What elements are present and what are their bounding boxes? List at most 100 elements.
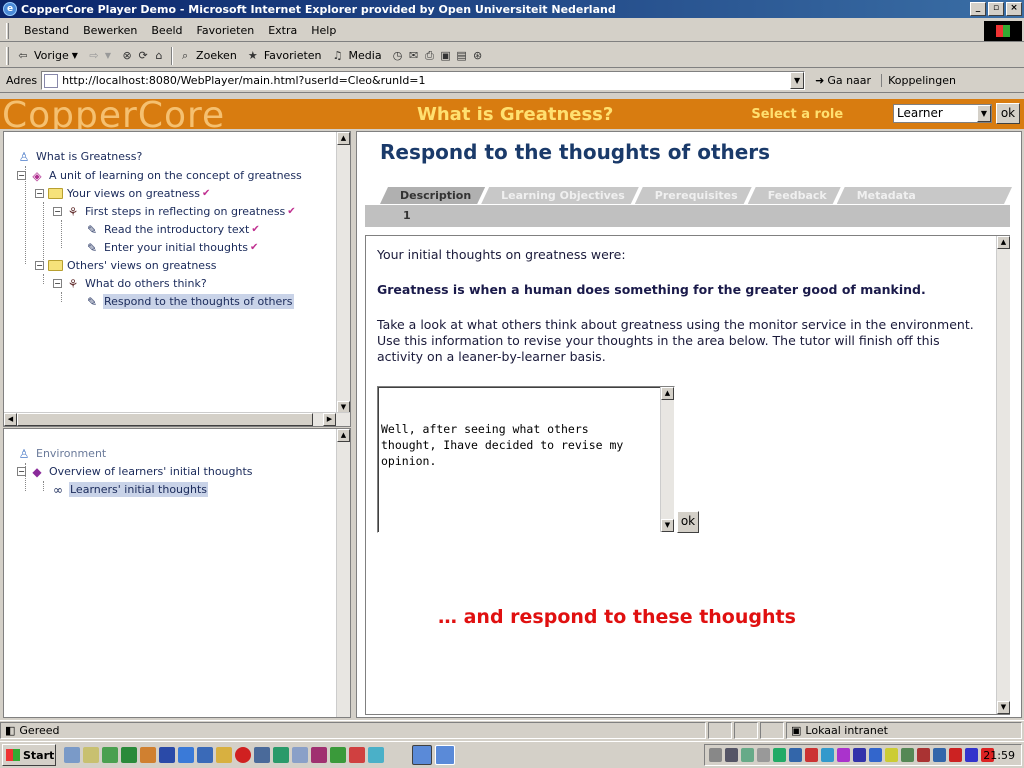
minimize-button[interactable]: _	[970, 2, 986, 16]
volume-icon[interactable]	[757, 748, 770, 762]
scroll-left-icon[interactable]: ◀	[4, 413, 17, 426]
role-select[interactable]: Learner ▼	[893, 104, 992, 123]
submit-ok-button[interactable]: ok	[677, 511, 699, 533]
stop-icon[interactable]: ⊗	[119, 48, 135, 64]
tool2-icon[interactable]	[368, 747, 384, 763]
env-node-root[interactable]: ♙ Environment	[16, 446, 107, 461]
stop-icon[interactable]	[235, 747, 251, 763]
tray-app-icon[interactable]	[821, 748, 834, 762]
role-ok-button[interactable]: ok	[996, 103, 1020, 124]
desktop-icon[interactable]	[64, 747, 80, 763]
scroll-up-icon[interactable]: ▲	[337, 132, 350, 145]
excel-icon[interactable]	[121, 747, 137, 763]
word-icon[interactable]	[159, 747, 175, 763]
tree-node-others-views[interactable]: − Others' views on greatness	[35, 258, 218, 273]
scroll-up-icon[interactable]: ▲	[997, 236, 1010, 249]
tree-node-what-others[interactable]: − ⚘ What do others think?	[53, 276, 208, 291]
tab-learning-objectives[interactable]: Learning Objectives	[481, 187, 639, 204]
revise-thoughts-textarea[interactable]: Well, after seeing what others thought, …	[377, 386, 675, 533]
tree-horizontal-scrollbar[interactable]: ◀ ▶	[4, 412, 350, 426]
menu-extra[interactable]: Extra	[261, 24, 304, 37]
tray-app-icon[interactable]	[885, 748, 898, 762]
mail-icon[interactable]: ✉	[406, 48, 422, 64]
tree-node-unit[interactable]: − ◈ A unit of learning on the concept of…	[17, 168, 303, 183]
home-icon[interactable]: ⌂	[151, 48, 167, 64]
tree-node-first-steps[interactable]: − ⚘ First steps in reflecting on greatne…	[53, 204, 296, 219]
edit-icon[interactable]: ▣	[438, 48, 454, 64]
forward-button[interactable]: ⇨ ▼	[86, 48, 111, 64]
tree-node-your-views[interactable]: − Your views on greatness ✔	[35, 186, 210, 201]
menu-help[interactable]: Help	[304, 24, 343, 37]
address-input[interactable]: http://localhost:8080/WebPlayer/main.htm…	[41, 71, 806, 90]
search-icon[interactable]	[216, 747, 232, 763]
scroll-thumb[interactable]	[17, 413, 313, 426]
tree-node-respond[interactable]: ✎ Respond to the thoughts of others	[84, 294, 294, 309]
ie-task-icon-active[interactable]	[435, 745, 455, 765]
tree-node-read-intro[interactable]: ✎ Read the introductory text ✔	[84, 222, 260, 237]
paint-icon[interactable]	[311, 747, 327, 763]
env-node-overview[interactable]: − ◆ Overview of learners' initial though…	[17, 464, 254, 479]
vc-icon[interactable]	[349, 747, 365, 763]
print-icon[interactable]: ⎙	[422, 48, 438, 64]
tray-app-icon[interactable]	[805, 748, 818, 762]
env-vertical-scrollbar[interactable]: ▲	[336, 429, 350, 717]
tree-node-enter-thoughts[interactable]: ✎ Enter your initial thoughts ✔	[84, 240, 258, 255]
tool-icon[interactable]	[330, 747, 346, 763]
window-icon[interactable]	[292, 747, 308, 763]
chevron-down-icon[interactable]: ▼	[977, 105, 991, 122]
maximize-button[interactable]: ▫	[988, 2, 1004, 16]
terminal-icon[interactable]	[254, 747, 270, 763]
favorites-button[interactable]: ★ Favorieten	[245, 48, 322, 64]
scroll-right-icon[interactable]: ▶	[323, 413, 336, 426]
content-scrollbar[interactable]: ▲ ▼	[996, 236, 1010, 714]
go-button[interactable]: ➜ Ga naar	[815, 74, 871, 87]
links-button[interactable]: Koppelingen	[881, 74, 956, 87]
collapse-icon[interactable]: −	[17, 171, 26, 180]
network-icon[interactable]	[725, 748, 738, 762]
start-button[interactable]: Start	[2, 744, 56, 766]
messenger-icon[interactable]: ⊛	[470, 48, 486, 64]
tab-description[interactable]: Description	[380, 187, 485, 204]
collapse-icon[interactable]: −	[35, 189, 44, 198]
menu-bewerken[interactable]: Bewerken	[76, 24, 144, 37]
notepad-icon[interactable]	[83, 747, 99, 763]
tab-feedback[interactable]: Feedback	[748, 187, 841, 204]
menu-bestand[interactable]: Bestand	[17, 24, 76, 37]
tray-app-icon[interactable]	[949, 748, 962, 762]
env-node-learners[interactable]: ∞ Learners' initial thoughts	[50, 482, 209, 497]
tray-app-icon[interactable]	[789, 748, 802, 762]
collapse-icon[interactable]: −	[35, 261, 44, 270]
tree-node-root[interactable]: ♙ What is Greatness?	[16, 149, 143, 164]
pane-splitter[interactable]	[352, 131, 355, 718]
refresh-icon[interactable]: ⟳	[135, 48, 151, 64]
textarea-scrollbar[interactable]: ▲ ▼	[660, 387, 674, 532]
collapse-icon[interactable]: −	[17, 467, 26, 476]
tab-metadata[interactable]: Metadata	[837, 187, 1012, 204]
tray-app-icon[interactable]	[853, 748, 866, 762]
tray-app-icon[interactable]	[837, 748, 850, 762]
app-icon[interactable]	[102, 747, 118, 763]
collapse-icon[interactable]: −	[53, 279, 62, 288]
close-button[interactable]: ×	[1006, 2, 1022, 16]
search-button[interactable]: ⌕ Zoeken	[177, 48, 237, 64]
history-icon[interactable]: ◷	[390, 48, 406, 64]
tray-app-icon[interactable]	[901, 748, 914, 762]
discuss-icon[interactable]: ▤	[454, 48, 470, 64]
tree-vertical-scrollbar[interactable]: ▲ ▼	[336, 132, 350, 414]
tray-app-icon[interactable]	[917, 748, 930, 762]
language-icon[interactable]	[869, 748, 882, 762]
ie-task-icon[interactable]	[412, 745, 432, 765]
tray-app-icon[interactable]	[773, 748, 786, 762]
scroll-down-icon[interactable]: ▼	[997, 701, 1010, 714]
tray-app-icon[interactable]	[741, 748, 754, 762]
ie-icon[interactable]	[178, 747, 194, 763]
collapse-icon[interactable]: −	[53, 207, 62, 216]
powerpoint-icon[interactable]	[140, 747, 156, 763]
tab-prerequisites[interactable]: Prerequisites	[635, 187, 752, 204]
back-button[interactable]: ⇦ Vorige ▼	[15, 48, 78, 64]
scroll-up-icon[interactable]: ▲	[661, 387, 674, 400]
tray-app-icon[interactable]	[933, 748, 946, 762]
scroll-down-icon[interactable]: ▼	[661, 519, 674, 532]
scroll-icon[interactable]	[709, 748, 722, 762]
grid-icon[interactable]	[273, 747, 289, 763]
